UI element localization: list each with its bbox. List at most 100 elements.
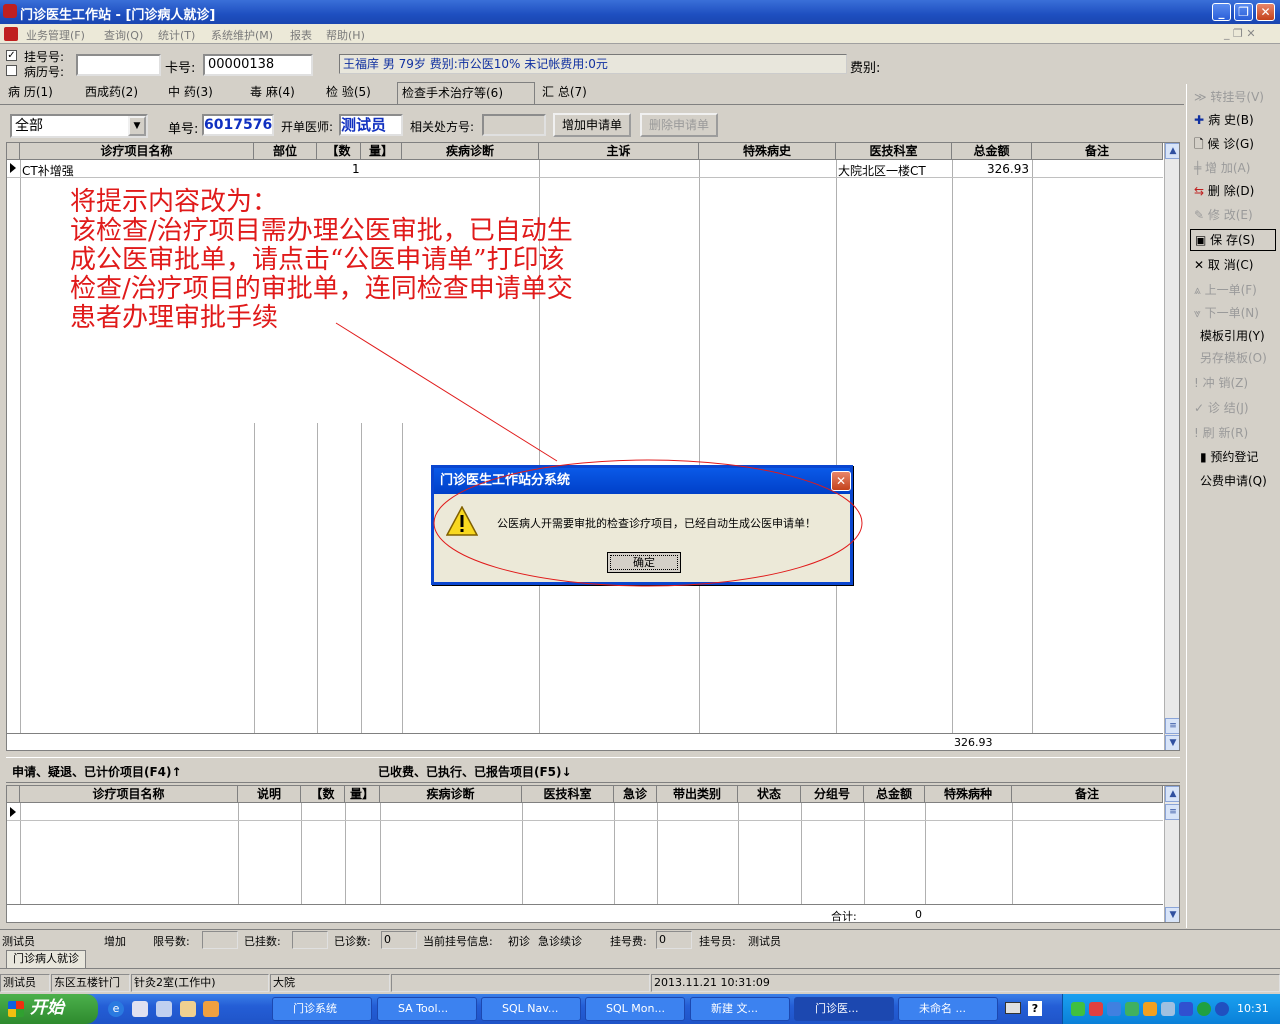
- col-special[interactable]: 特殊病种: [925, 786, 1012, 803]
- status-seen-field: 0: [381, 931, 417, 949]
- row-indicator-header: [7, 786, 20, 803]
- delete-icon: ⇆: [1194, 184, 1208, 198]
- status-fee-label: 挂号费:: [610, 935, 647, 948]
- scroll-thumb[interactable]: ≡: [1165, 804, 1179, 820]
- col-qty-b[interactable]: 量】: [345, 786, 380, 803]
- quicklaunch-app-icon[interactable]: [203, 1001, 219, 1017]
- status-staff-value: 测试员: [748, 935, 781, 948]
- tray-app-icon[interactable]: [1197, 1002, 1211, 1016]
- tray-app-icon[interactable]: [1107, 1002, 1121, 1016]
- col-desc[interactable]: 说明: [238, 786, 301, 803]
- status-current-value: 初诊: [508, 935, 530, 948]
- plus-icon: ✚: [1194, 113, 1209, 127]
- section-bar: 申请、疑退、已计价项目(F4)↑ 已收费、已执行、已报告项目(F5)↓: [6, 757, 1180, 783]
- status-bar-primary: 测试员 增加 限号数: 已挂数: 已诊数: 0 当前挂号信息: 初诊 急诊续诊 …: [0, 929, 1280, 949]
- delete-button[interactable]: ⇆ 删 除(D): [1190, 181, 1276, 203]
- lower-total-label: 合计:: [831, 910, 857, 923]
- edit-button[interactable]: ✎ 修 改(E): [1190, 205, 1276, 227]
- status-user: 测试员: [2, 935, 35, 948]
- status2-user: 测试员: [0, 974, 50, 992]
- col-group[interactable]: 分组号: [801, 786, 864, 803]
- taskbar-item-sql-mon[interactable]: SQL Mon...: [585, 997, 685, 1021]
- taskbar-item-sql-nav[interactable]: SQL Nav...: [481, 997, 581, 1021]
- scroll-up-button[interactable]: ▲: [1165, 786, 1179, 802]
- scroll-down-button[interactable]: ▼: [1165, 907, 1179, 922]
- add-button[interactable]: ╪ 增 加(A): [1190, 158, 1276, 180]
- status2-room: 针灸2室(工作中): [131, 974, 269, 992]
- tray-app-icon[interactable]: [1215, 1002, 1229, 1016]
- exclaim-icon: !: [1194, 426, 1203, 440]
- public-fee-button[interactable]: 公费申请(Q): [1190, 471, 1276, 493]
- taskbar-item-untitled[interactable]: 未命名 ...: [898, 997, 998, 1021]
- lower-items-grid[interactable]: 诊疗项目名称 说明 【数 量】 疾病诊断 医技科室 急诊 带出类别 状态 分组号…: [6, 785, 1180, 923]
- status-seen-label: 已诊数:: [334, 935, 371, 948]
- row-pointer-icon: [10, 807, 16, 817]
- taskbar-item-new-doc[interactable]: 新建 文...: [690, 997, 790, 1021]
- document-icon: 🗋: [1194, 137, 1208, 151]
- mdi-tab[interactable]: 门诊病人就诊: [6, 950, 86, 968]
- quicklaunch-ie-icon[interactable]: e: [108, 1001, 124, 1017]
- status-current-label: 当前挂号信息:: [423, 935, 493, 948]
- save-template-button[interactable]: 另存模板(O): [1190, 348, 1276, 370]
- status-registered-field: [292, 931, 328, 949]
- prev-order-button[interactable]: ⩓ 上一单(F): [1190, 280, 1276, 302]
- cancel-button[interactable]: ✕ 取 消(C): [1190, 255, 1276, 277]
- tray-app-icon[interactable]: [1071, 1002, 1085, 1016]
- waiting-button[interactable]: 🗋 候 诊(G): [1190, 134, 1276, 156]
- status-registered-label: 已挂数:: [244, 935, 281, 948]
- highlight-ellipse: [433, 459, 863, 587]
- col-qty-a[interactable]: 【数: [301, 786, 345, 803]
- book-icon: ▮: [1200, 450, 1211, 464]
- lower-scrollbar[interactable]: ▲ ≡ ▼: [1164, 786, 1179, 922]
- status-visit-type: 急诊续诊: [538, 935, 582, 948]
- history-button[interactable]: ✚ 病 史(B): [1190, 110, 1276, 132]
- x-icon: ✕: [1194, 258, 1208, 272]
- conclude-button[interactable]: ✓ 诊 结(J): [1190, 398, 1276, 420]
- col-dept[interactable]: 医技科室: [522, 786, 614, 803]
- status2-blank: [391, 974, 650, 992]
- keyboard-icon[interactable]: [1005, 1002, 1021, 1014]
- system-tray: 10:31: [1062, 994, 1280, 1024]
- tray-app-icon[interactable]: [1089, 1002, 1103, 1016]
- tray-clock[interactable]: 10:31: [1237, 1002, 1269, 1015]
- lower-total-value: 0: [915, 908, 922, 921]
- tray-app-icon[interactable]: [1179, 1002, 1193, 1016]
- col-amount[interactable]: 总金额: [864, 786, 925, 803]
- template-use-button[interactable]: 模板引用(Y): [1190, 326, 1276, 348]
- quicklaunch-app-icon[interactable]: [180, 1001, 196, 1017]
- section-left-label[interactable]: 申请、疑退、已计价项目(F4)↑: [12, 763, 182, 780]
- lower-total-row: 合计: 0: [7, 904, 1163, 923]
- section-right-label[interactable]: 已收费、已执行、已报告项目(F5)↓: [378, 763, 572, 780]
- edit-icon: ✎: [1194, 208, 1208, 222]
- start-button[interactable]: 开始: [0, 994, 98, 1024]
- status-limit-field: [202, 931, 238, 949]
- col-category[interactable]: 带出类别: [657, 786, 738, 803]
- status2-datetime: 2013.11.21 10:31:09: [651, 974, 1280, 992]
- tray-app-icon[interactable]: [1161, 1002, 1175, 1016]
- save-icon: ▣: [1195, 233, 1211, 247]
- status2-location: 东区五楼针门: [51, 974, 130, 992]
- refresh-button[interactable]: ! 刷 新(R): [1190, 423, 1276, 445]
- col-diagnosis[interactable]: 疾病诊断: [380, 786, 522, 803]
- double-chevron-icon: ≫: [1194, 90, 1211, 104]
- tray-app-icon[interactable]: [1125, 1002, 1139, 1016]
- status-fee-field: 0: [656, 931, 692, 949]
- col-item-name[interactable]: 诊疗项目名称: [20, 786, 238, 803]
- help-icon[interactable]: ?: [1028, 1001, 1042, 1016]
- reverse-button[interactable]: ! 冲 销(Z): [1190, 373, 1276, 395]
- next-order-button[interactable]: ⩔ 下一单(N): [1190, 303, 1276, 325]
- col-status[interactable]: 状态: [738, 786, 801, 803]
- transfer-reg-button[interactable]: ≫ 转挂号(V): [1190, 87, 1276, 109]
- col-emergency[interactable]: 急诊: [614, 786, 657, 803]
- appointment-button[interactable]: ▮ 预约登记: [1190, 447, 1276, 469]
- grid-row[interactable]: [7, 803, 1163, 821]
- quicklaunch-app-icon[interactable]: [156, 1001, 172, 1017]
- check-icon: ✓: [1194, 401, 1208, 415]
- save-button[interactable]: ▣ 保 存(S): [1190, 229, 1276, 251]
- col-remark[interactable]: 备注: [1012, 786, 1163, 803]
- tray-app-icon[interactable]: [1143, 1002, 1157, 1016]
- taskbar-item-sa-tool[interactable]: SA Tool...: [377, 997, 477, 1021]
- taskbar-item-clinic-doctor[interactable]: 门诊医...: [794, 997, 894, 1021]
- quicklaunch-app-icon[interactable]: [132, 1001, 148, 1017]
- taskbar-item-clinic-system[interactable]: 门诊系统: [272, 997, 372, 1021]
